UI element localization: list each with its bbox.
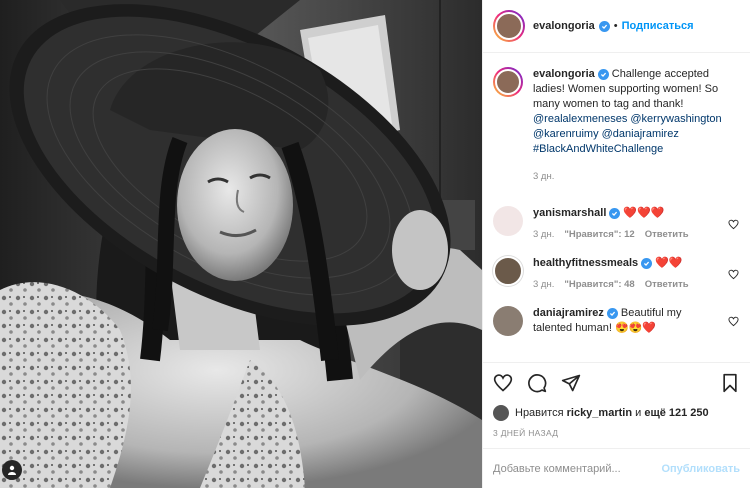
commenter-avatar[interactable] — [493, 206, 523, 236]
likes-summary: Нравится ricky_martin и ещё 121 250 — [483, 402, 750, 424]
follow-button[interactable]: Подписаться — [622, 20, 694, 32]
comment-likes[interactable]: "Нравится": 12 — [564, 227, 634, 242]
heart-icon — [727, 219, 739, 229]
post-photo[interactable] — [0, 0, 482, 488]
share-button[interactable] — [561, 373, 581, 393]
likes-conjunction: и — [635, 407, 642, 419]
heart-icon — [493, 373, 513, 392]
bookmark-icon — [723, 373, 737, 392]
liker-username[interactable]: ricky_martin — [567, 407, 632, 419]
mention-link[interactable]: @kerrywashington — [630, 113, 721, 125]
caption-avatar[interactable] — [493, 67, 523, 97]
tagged-users-button[interactable] — [2, 460, 22, 480]
post-timestamp[interactable]: 3 ДНЕЙ НАЗАД — [483, 424, 750, 448]
mention-link[interactable]: @karenruimy — [533, 128, 599, 140]
heart-icon — [727, 316, 739, 326]
comment-username[interactable]: healthyfitnessmeals — [533, 257, 638, 269]
reply-button[interactable]: Ответить — [645, 277, 689, 292]
post-actions — [483, 362, 750, 402]
reply-button[interactable]: Ответить — [645, 227, 689, 242]
add-comment-bar: Опубликовать — [483, 448, 750, 488]
like-comment-button[interactable] — [726, 256, 740, 292]
caption-username[interactable]: evalongoria — [533, 68, 595, 80]
comment-button[interactable] — [527, 373, 547, 393]
comment-item: daniajramirez Beautiful my talented human… — [493, 306, 740, 336]
comment-input[interactable] — [493, 462, 662, 475]
comment-username[interactable]: daniajramirez — [533, 307, 604, 319]
comment-item: yanismarshall ❤️❤️❤️ 3 дн. "Нравится": 12… — [493, 206, 740, 242]
comment-time[interactable]: 3 дн. — [533, 277, 554, 292]
comments-list: evalongoria Challenge accepted ladies! Wo… — [483, 53, 750, 362]
post-caption: evalongoria Challenge accepted ladies! Wo… — [493, 67, 740, 184]
like-comment-button[interactable] — [726, 206, 740, 242]
comment-text: ❤️❤️ — [655, 257, 683, 269]
verified-icon — [597, 69, 609, 80]
comment-time[interactable]: 3 дн. — [533, 227, 554, 242]
hashtag-link[interactable]: #BlackAndWhiteChallenge — [533, 143, 663, 155]
post-side-panel: evalongoria • Подписаться evalongoria Cha… — [482, 0, 750, 488]
verified-icon — [641, 258, 653, 269]
verified-icon — [609, 208, 621, 219]
comment-icon — [528, 373, 547, 392]
paper-plane-icon — [561, 374, 581, 391]
author-avatar[interactable] — [493, 10, 525, 42]
photo-illustration — [0, 0, 482, 488]
separator-dot: • — [613, 20, 618, 32]
commenter-avatar[interactable] — [493, 256, 523, 286]
comment-text: ❤️❤️❤️ — [623, 207, 665, 219]
mention-link[interactable]: @realalexmeneses — [533, 113, 627, 125]
comment-item: healthyfitnessmeals ❤️❤️ 3 дн. "Нравится"… — [493, 256, 740, 292]
post-header: evalongoria • Подписаться — [483, 0, 750, 53]
likes-prefix: Нравится — [515, 407, 564, 419]
likes-count[interactable]: ещё 121 250 — [644, 407, 708, 419]
like-button[interactable] — [493, 373, 513, 393]
comment-likes[interactable]: "Нравится": 48 — [564, 277, 634, 292]
save-button[interactable] — [720, 373, 740, 393]
publish-button[interactable]: Опубликовать — [661, 463, 740, 475]
commenter-avatar[interactable] — [493, 306, 523, 336]
author-username[interactable]: evalongoria — [533, 20, 595, 32]
like-comment-button[interactable] — [726, 306, 740, 336]
comment-username[interactable]: yanismarshall — [533, 207, 606, 219]
liker-avatar[interactable] — [493, 405, 509, 421]
verified-icon — [598, 20, 610, 32]
user-icon — [8, 465, 16, 475]
mention-link[interactable]: @daniajramirez — [602, 128, 679, 140]
instagram-post: evalongoria • Подписаться evalongoria Cha… — [0, 0, 750, 488]
heart-icon — [727, 269, 739, 279]
caption-time: 3 дн. — [533, 171, 555, 182]
verified-icon — [606, 308, 618, 319]
